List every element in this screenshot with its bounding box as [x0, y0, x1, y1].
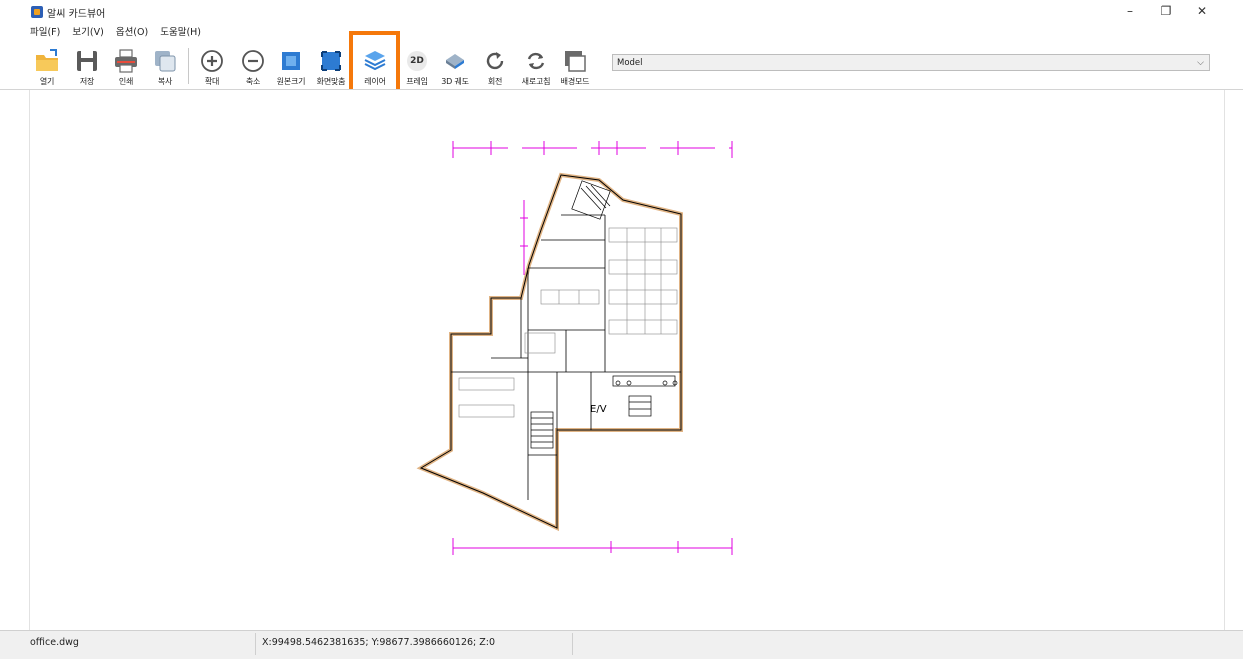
menu-bar: 파일(F) 보기(V) 옵션(O) 도움말(H) [30, 24, 210, 40]
refresh-label: 새로고침 [521, 77, 551, 86]
status-bar: office.dwg X:99498.5462381635; Y:98677.3… [0, 630, 1243, 659]
model-select-value: Model [617, 58, 643, 68]
status-divider [572, 633, 573, 655]
chevron-down-icon: ⌵ [1197, 58, 1204, 68]
menu-view[interactable]: 보기(V) [72, 27, 103, 38]
open-label: 열기 [39, 77, 55, 86]
rotate-label: 회전 [487, 77, 503, 86]
fit-screen-button[interactable]: 화면맞춤 [312, 46, 350, 88]
drawing-canvas[interactable]: E/V [29, 90, 1225, 630]
status-coordinates: X:99498.5462381635; Y:98677.3986660126; … [262, 637, 496, 648]
frame-2d-badge: 2D [410, 56, 424, 66]
original-size-button[interactable]: 원본크기 [272, 46, 310, 88]
save-label: 저장 [79, 77, 95, 86]
window-title: 알씨 카드뷰어 [47, 9, 106, 20]
close-button[interactable]: ✕ [1188, 2, 1216, 20]
minus-circle-icon [242, 50, 264, 72]
open-button[interactable]: 열기 [28, 46, 66, 88]
original-size-label: 원본크기 [276, 77, 306, 86]
print-label: 인쇄 [118, 77, 134, 86]
3d-orbit-icon [446, 54, 464, 69]
original-size-icon [282, 52, 300, 70]
status-filename: office.dwg [30, 637, 79, 648]
toolbar-separator [188, 48, 189, 84]
rotate-icon [486, 52, 504, 70]
copy-label: 복사 [157, 77, 173, 86]
elevator-label: E/V [590, 404, 607, 415]
menu-help[interactable]: 도움말(H) [160, 27, 201, 38]
layer-highlight-box [349, 31, 400, 96]
print-button[interactable]: 인쇄 [107, 46, 145, 88]
top-dimension-line [452, 141, 733, 158]
app-icon [31, 6, 43, 18]
refresh-button[interactable]: 새로고침 [517, 46, 555, 88]
zoom-out-label: 축소 [245, 77, 261, 86]
restore-button[interactable]: ❐ [1152, 2, 1180, 20]
floor-plan-drawing: E/V [416, 141, 733, 555]
save-button[interactable]: 저장 [68, 46, 106, 88]
bottom-dimension-line [452, 538, 733, 555]
zoom-out-button[interactable]: 축소 [234, 46, 272, 88]
orbit-3d-label: 3D 궤도 [441, 77, 469, 86]
restroom-fixtures [612, 375, 678, 417]
menu-options[interactable]: 옵션(O) [116, 27, 148, 38]
background-mode-icon [565, 51, 586, 72]
minimize-button[interactable]: – [1116, 2, 1144, 20]
refresh-icon [527, 52, 545, 70]
printer-icon [115, 49, 137, 73]
interior-walls [451, 214, 681, 500]
rotate-button[interactable]: 회전 [476, 46, 514, 88]
orbit-3d-button[interactable]: 3D 궤도 [436, 46, 474, 88]
zoom-in-button[interactable]: 확대 [193, 46, 231, 88]
background-mode-button[interactable]: 배경모드 [556, 46, 594, 88]
title-bar: 알씨 카드뷰어 – ❐ ✕ [0, 0, 1243, 22]
fit-screen-label: 화면맞춤 [316, 77, 346, 86]
copy-button[interactable]: 복사 [146, 46, 184, 88]
frame-2d-button[interactable]: 2D 프레임 [398, 46, 436, 88]
model-select[interactable]: Model ⌵ [612, 54, 1210, 71]
menu-file[interactable]: 파일(F) [30, 27, 60, 38]
fit-screen-icon [321, 51, 341, 71]
zoom-in-label: 확대 [204, 77, 220, 86]
save-disk-icon [77, 51, 97, 71]
background-mode-label: 배경모드 [560, 77, 590, 86]
folder-open-icon [36, 49, 58, 71]
side-dimension-line [520, 200, 528, 275]
status-divider [255, 633, 256, 655]
copy-icon [155, 51, 176, 72]
frame-2d-label: 프레임 [406, 77, 428, 86]
plus-circle-icon [201, 50, 223, 72]
